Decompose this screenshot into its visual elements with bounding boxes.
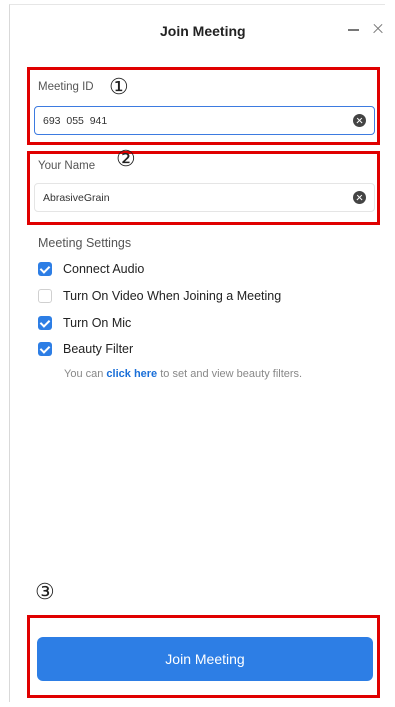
join-meeting-button[interactable]: Join Meeting bbox=[37, 637, 373, 681]
clear-name-icon[interactable] bbox=[353, 191, 366, 204]
your-name-input[interactable] bbox=[43, 189, 333, 206]
title-bar: Join Meeting bbox=[9, 4, 395, 52]
option-label: Turn On Mic bbox=[63, 316, 132, 330]
hint-prefix: You can bbox=[64, 368, 107, 380]
step-3-marker: ③ bbox=[35, 580, 55, 605]
meeting-id-input[interactable] bbox=[43, 112, 333, 129]
your-name-label: Your Name bbox=[38, 160, 96, 172]
turn-on-video-checkbox[interactable] bbox=[38, 289, 52, 303]
step-2-marker: ② bbox=[116, 147, 136, 172]
minimize-button[interactable] bbox=[344, 18, 362, 38]
meeting-settings-heading: Meeting Settings bbox=[38, 236, 132, 250]
meeting-id-label: Meeting ID bbox=[38, 81, 94, 93]
window-title: Join Meeting bbox=[160, 23, 246, 39]
your-name-field[interactable] bbox=[34, 183, 375, 212]
option-label: Beauty Filter bbox=[63, 342, 134, 356]
beauty-settings-link[interactable]: click here bbox=[106, 368, 157, 380]
meeting-id-field[interactable] bbox=[34, 106, 375, 135]
minimize-icon bbox=[348, 29, 359, 31]
option-label: Turn On Video When Joining a Meeting bbox=[63, 289, 282, 303]
turn-on-mic-checkbox[interactable] bbox=[38, 316, 52, 330]
hint-suffix: to set and view beauty filters. bbox=[157, 368, 303, 380]
clear-meeting-id-icon[interactable] bbox=[353, 114, 366, 127]
step-1-marker: ① bbox=[109, 75, 129, 100]
connect-audio-checkbox[interactable] bbox=[38, 262, 52, 276]
close-button[interactable] bbox=[369, 18, 387, 38]
beauty-filter-checkbox[interactable] bbox=[38, 342, 52, 356]
beauty-filter-hint: You can click here to set and view beaut… bbox=[64, 368, 302, 380]
option-label: Connect Audio bbox=[63, 262, 145, 276]
